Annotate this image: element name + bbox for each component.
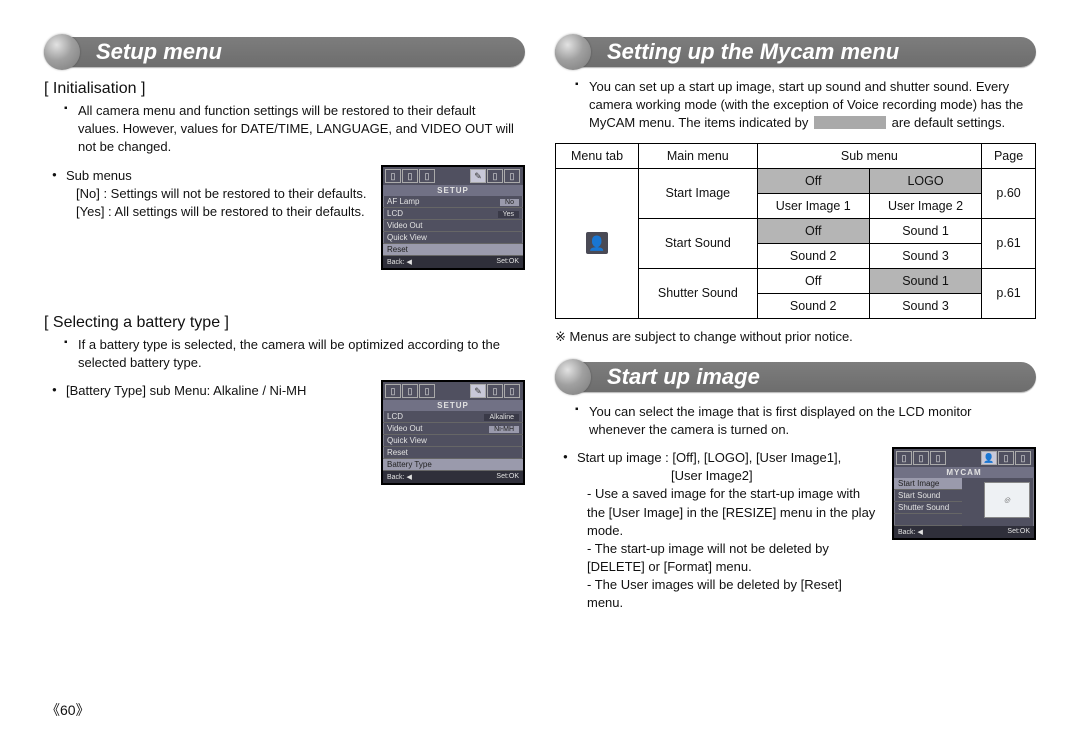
battery-sub: [Battery Type] sub Menu: Alkaline / Ni-M…	[56, 382, 367, 400]
startup-dash1: - Use a saved image for the start-up ima…	[587, 485, 878, 540]
lcd-initialisation: ▯▯▯ ✎▯▯ SETUP AF LampNo LCDYes Video Out…	[381, 165, 525, 270]
init-yes-line: [Yes] : All settings will be restored to…	[76, 203, 367, 221]
lcd-header: SETUP	[383, 185, 523, 196]
startup-dash2: - The start-up image will not be deleted…	[587, 540, 878, 576]
startup-dash3: - The User images will be deleted by [Re…	[587, 576, 878, 612]
heading-text: Start up image	[555, 359, 1036, 395]
heading-text: Setting up the Mycam menu	[555, 34, 1036, 70]
heading-setup-menu: Setup menu	[44, 34, 525, 70]
heading-text: Setup menu	[44, 34, 525, 70]
heading-startup-image: Start up image	[555, 359, 1036, 395]
person-icon: 👤	[586, 232, 608, 254]
lcd-header: SETUP	[383, 400, 523, 411]
lcd-mycam: ▯▯▯ 👤▯▯ MYCAM ◎ Start Image Start Sound …	[892, 447, 1036, 540]
heading-mycam-menu: Setting up the Mycam menu	[555, 34, 1036, 70]
init-no-line: [No] : Settings will not be restored to …	[76, 185, 367, 203]
section-battery-title: [ Selecting a battery type ]	[44, 314, 525, 332]
submenus-label: Sub menus	[66, 168, 132, 183]
preview-thumb: ◎	[984, 482, 1030, 518]
mycam-intro: You can set up a start up image, start u…	[579, 78, 1030, 133]
page-number: 60	[46, 700, 90, 720]
mycam-table: Menu tab Main menu Sub menu Page 👤 Start…	[555, 143, 1036, 319]
startup-opts: Start up image : [Off], [LOGO], [User Im…	[577, 450, 841, 465]
startup-opts2: [User Image2]	[671, 467, 878, 485]
change-notice: Menus are subject to change without prio…	[555, 329, 1036, 345]
battery-intro: If a battery type is selected, the camer…	[68, 336, 519, 372]
lcd-header: MYCAM	[894, 467, 1034, 478]
wrench-icon: ✎	[470, 169, 486, 183]
startup-intro: You can select the image that is first d…	[579, 403, 1030, 439]
lcd-battery: ▯▯▯ ✎▯▯ SETUP LCDAlkaline Video OutNi-MH…	[381, 380, 525, 485]
person-icon: 👤	[981, 451, 997, 465]
section-initialisation-title: [ Initialisation ]	[44, 80, 525, 98]
default-swatch	[814, 116, 886, 129]
menu-tab-icon-cell: 👤	[556, 168, 639, 318]
initialisation-intro: All camera menu and function settings wi…	[68, 102, 519, 157]
wrench-icon: ✎	[470, 384, 486, 398]
